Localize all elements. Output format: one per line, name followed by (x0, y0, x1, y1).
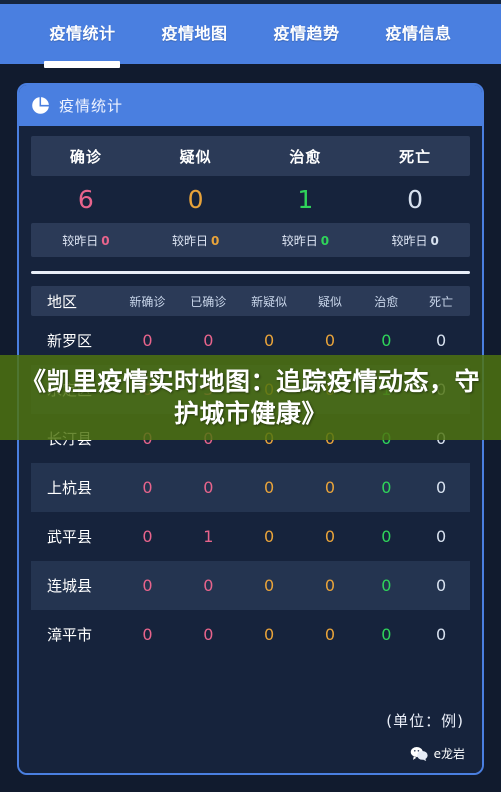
summary-header-row: 确诊 疑似 治愈 死亡 (31, 136, 470, 176)
region-cell: 0 (203, 331, 214, 350)
overlay-headline: 《凯里疫情实时地图：追踪疫情动态，守护城市健康》 (20, 367, 480, 428)
delta-cured: 较昨日 0 (251, 232, 361, 249)
summary-value-suspected: 0 (187, 185, 204, 214)
region-cell: 0 (203, 478, 214, 497)
region-col-header: 死亡 (429, 294, 454, 309)
region-cell: 0 (381, 331, 392, 350)
table-row[interactable]: 连城县 0 0 0 0 0 0 (31, 561, 470, 610)
region-name: 漳平市 (47, 626, 93, 644)
region-name: 连城县 (47, 577, 93, 595)
summary-block: 确诊 疑似 治愈 死亡 6 0 1 0 较昨日 0 较昨日 0 较昨日 0 较昨日 0 (19, 126, 482, 257)
region-cell: 0 (435, 478, 447, 497)
region-cell: 0 (142, 527, 153, 546)
delta-label: 较昨日 (281, 233, 318, 248)
top-tab-bar: 疫情统计 疫情地图 疫情趋势 疫情信息 (0, 0, 501, 68)
region-cell: 0 (381, 527, 392, 546)
region-cell: 0 (142, 478, 153, 497)
region-cell: 0 (381, 576, 392, 595)
table-row[interactable]: 上杭县 0 0 0 0 0 0 (31, 463, 470, 512)
delta-deaths: 较昨日 0 (360, 232, 470, 249)
active-tab-underline (44, 61, 121, 68)
summary-header-suspected: 疑似 (179, 147, 212, 166)
region-cell: 0 (435, 625, 447, 644)
region-cell: 1 (203, 527, 214, 546)
region-cell: 0 (381, 625, 392, 644)
tab-epidemic-map[interactable]: 疫情地图 (153, 18, 235, 44)
region-cell: 0 (142, 331, 153, 350)
summary-value-row: 6 0 1 0 (31, 176, 470, 223)
region-cell: 0 (203, 576, 214, 595)
delta-label: 较昨日 (391, 233, 428, 248)
tab-label: 疫情信息 (385, 24, 452, 43)
region-cell: 0 (324, 478, 336, 497)
table-row[interactable]: 武平县 0 1 0 0 0 0 (31, 512, 470, 561)
tab-epidemic-info[interactable]: 疫情信息 (378, 18, 460, 44)
region-cell: 0 (324, 331, 336, 350)
region-col-header: 地区 (47, 292, 78, 311)
card-title: 疫情统计 (59, 97, 124, 115)
unit-note: (单位：例) (386, 712, 464, 730)
delta-label: 较昨日 (171, 233, 208, 248)
table-row[interactable]: 漳平市 0 0 0 0 0 0 (31, 610, 470, 659)
region-cell: 0 (264, 527, 275, 546)
region-name: 上杭县 (47, 479, 93, 497)
delta-suspected: 较昨日 0 (141, 232, 251, 249)
region-cell: 0 (435, 527, 447, 546)
delta-confirmed: 较昨日 0 (31, 232, 141, 249)
region-table-header-row: 地区 新确诊 已确诊 新疑似 疑似 治愈 死亡 (31, 286, 470, 316)
section-divider (31, 271, 470, 274)
wechat-account-label: e龙岩 (433, 747, 465, 761)
summary-delta-row: 较昨日 0 较昨日 0 较昨日 0 较昨日 0 (31, 223, 470, 257)
pie-chart-icon (32, 97, 49, 114)
region-name: 武平县 (47, 528, 93, 546)
region-cell: 0 (324, 527, 336, 546)
region-name: 新罗区 (47, 332, 93, 350)
region-cell: 0 (381, 478, 392, 497)
region-col-header: 治愈 (374, 294, 399, 309)
delta-value: 0 (101, 233, 110, 248)
region-col-header: 疑似 (318, 294, 343, 309)
region-table: 地区 新确诊 已确诊 新疑似 疑似 治愈 死亡 新罗区 0 0 0 0 0 0 永定区 0 5 0 0 1 0 长汀县 0… (31, 286, 470, 659)
region-col-header: 新确诊 (129, 294, 166, 309)
region-cell: 0 (142, 576, 153, 595)
tab-epidemic-trend[interactable]: 疫情趋势 (266, 18, 348, 44)
region-cell: 0 (264, 331, 275, 350)
region-col-header: 新疑似 (251, 294, 288, 309)
tab-label: 疫情地图 (161, 24, 228, 43)
tab-epidemic-statistics[interactable]: 疫情统计 (41, 18, 123, 68)
region-cell: 0 (324, 576, 336, 595)
region-cell: 0 (264, 478, 275, 497)
region-cell: 0 (435, 331, 447, 350)
summary-value-cured: 1 (297, 185, 314, 214)
region-cell: 0 (324, 625, 336, 644)
delta-value: 0 (430, 233, 439, 248)
summary-value-deaths: 0 (407, 185, 424, 214)
card-body: 确诊 疑似 治愈 死亡 6 0 1 0 较昨日 0 较昨日 0 较昨日 0 较昨日 0 (19, 126, 482, 773)
summary-header-confirmed: 确诊 (69, 147, 102, 166)
region-cell: 0 (142, 625, 153, 644)
summary-header-cured: 治愈 (289, 147, 322, 166)
region-cell: 0 (435, 576, 447, 595)
delta-value: 0 (210, 233, 220, 248)
summary-header-deaths: 死亡 (399, 147, 432, 166)
wechat-credit: e龙岩 (410, 745, 465, 762)
region-cell: 0 (264, 576, 275, 595)
app-root: 疫情统计 疫情地图 疫情趋势 疫情信息 疫情统计 确诊 疑似 治愈 死亡 6 0… (0, 0, 501, 792)
delta-value: 0 (320, 233, 330, 248)
region-col-header: 已确诊 (190, 294, 227, 309)
region-cell: 0 (264, 625, 275, 644)
card-header: 疫情统计 (19, 85, 482, 126)
region-cell: 0 (203, 625, 214, 644)
tab-label: 疫情统计 (49, 24, 116, 43)
delta-label: 较昨日 (62, 233, 99, 248)
summary-value-confirmed: 6 (77, 185, 94, 214)
tab-label: 疫情趋势 (273, 24, 340, 43)
wechat-icon (410, 747, 428, 761)
